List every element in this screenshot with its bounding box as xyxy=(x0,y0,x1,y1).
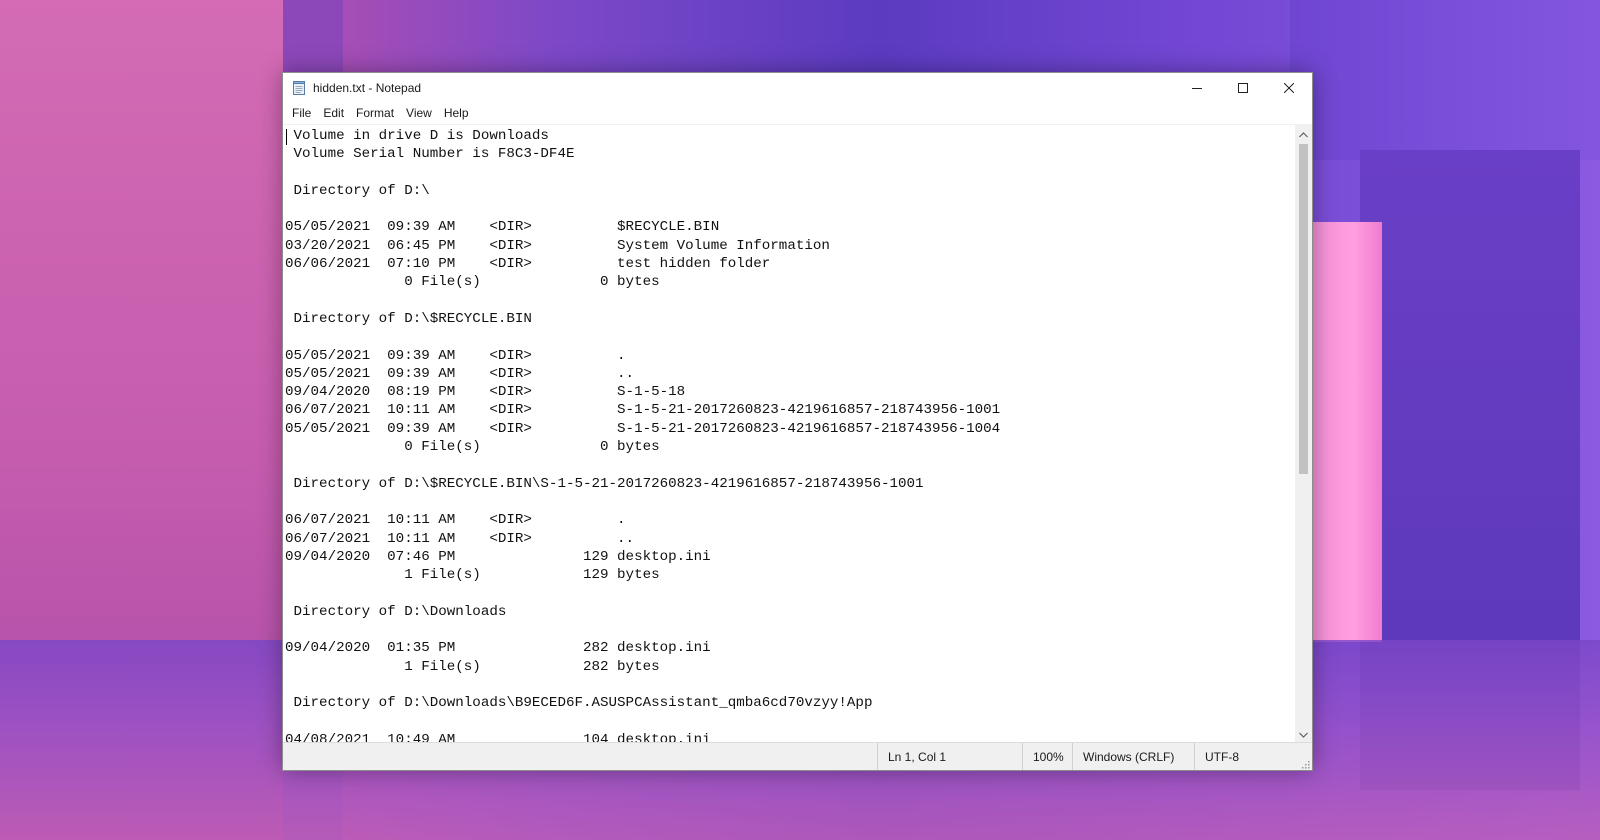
chevron-down-icon xyxy=(1299,725,1308,743)
cursor-position: Ln 1, Col 1 xyxy=(877,743,1022,770)
notepad-window: hidden.txt - Notepad File Edit Format Vi… xyxy=(282,72,1313,771)
vertical-scrollbar[interactable] xyxy=(1295,125,1312,742)
resize-grip-icon[interactable] xyxy=(1300,758,1310,769)
maximize-button[interactable] xyxy=(1220,73,1266,102)
scroll-up-button[interactable] xyxy=(1295,125,1312,142)
notepad-icon[interactable] xyxy=(291,80,307,96)
wallpaper-pink-door xyxy=(1312,222,1382,642)
encoding: UTF-8 xyxy=(1194,743,1312,770)
minimize-icon xyxy=(1192,83,1202,93)
editor-area: Volume in drive D is Downloads Volume Se… xyxy=(283,124,1312,742)
minimize-button[interactable] xyxy=(1174,73,1220,102)
title-bar[interactable]: hidden.txt - Notepad xyxy=(283,73,1312,102)
chevron-up-icon xyxy=(1299,125,1308,143)
menu-view[interactable]: View xyxy=(401,104,437,122)
menu-bar: File Edit Format View Help xyxy=(283,102,1312,124)
zoom-level: 100% xyxy=(1022,743,1072,770)
text-caret xyxy=(286,129,287,145)
menu-help[interactable]: Help xyxy=(439,104,474,122)
close-icon xyxy=(1284,82,1294,93)
text-editor[interactable]: Volume in drive D is Downloads Volume Se… xyxy=(283,125,1295,742)
window-controls xyxy=(1174,73,1312,102)
window-title: hidden.txt - Notepad xyxy=(313,80,422,95)
scroll-track[interactable] xyxy=(1295,142,1312,725)
close-button[interactable] xyxy=(1266,73,1312,102)
menu-format[interactable]: Format xyxy=(351,104,399,122)
scroll-thumb[interactable] xyxy=(1299,144,1308,474)
status-bar: Ln 1, Col 1 100% Windows (CRLF) UTF-8 xyxy=(283,742,1312,770)
wallpaper-right-wall xyxy=(1290,0,1600,160)
maximize-icon xyxy=(1238,82,1248,93)
line-ending: Windows (CRLF) xyxy=(1072,743,1194,770)
scroll-down-button[interactable] xyxy=(1295,725,1312,742)
menu-edit[interactable]: Edit xyxy=(318,104,349,122)
menu-file[interactable]: File xyxy=(287,104,316,122)
